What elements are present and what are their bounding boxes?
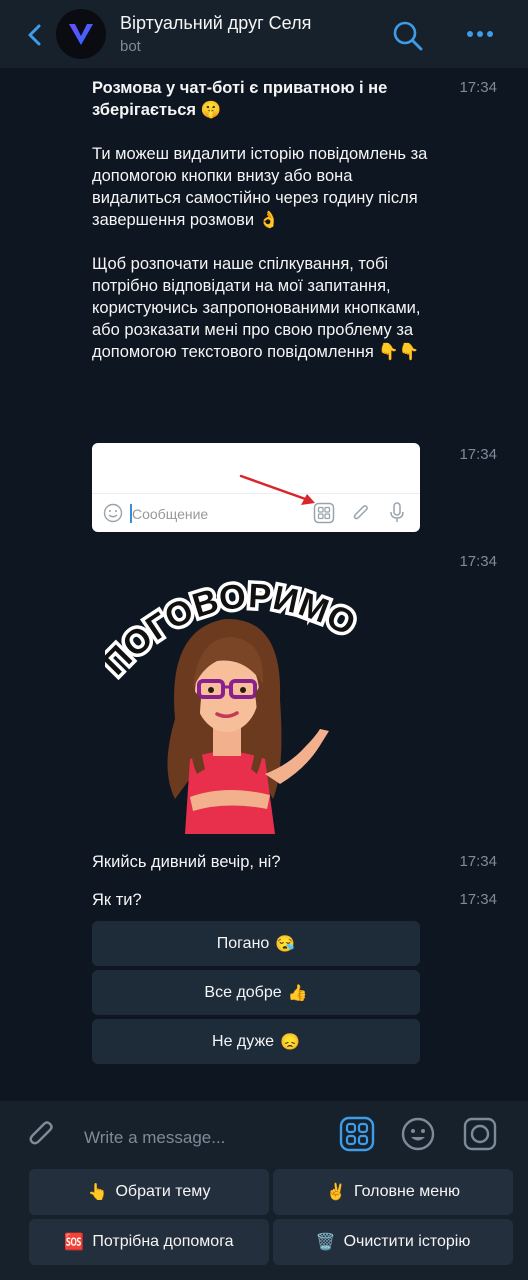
- inline-button-label: Погано: [216, 934, 270, 952]
- message-time: 17:34: [459, 553, 497, 570]
- chat-title[interactable]: Віртуальний друг Селя: [120, 13, 311, 34]
- inline-button-not-so-good[interactable]: Не дуже 😞: [92, 1019, 420, 1064]
- sleepy-face-icon: 😪: [275, 935, 296, 953]
- pointing-up-icon: 👆: [87, 1184, 108, 1201]
- reply-button-label: Очистити історію: [343, 1233, 471, 1250]
- reply-button-label: Потрібна допомога: [92, 1233, 234, 1250]
- inline-button-label: Не дуже: [212, 1032, 275, 1050]
- search-icon[interactable]: [392, 20, 424, 52]
- message-how-are-you: Як ти?: [92, 891, 142, 909]
- trash-can-icon: 🗑️: [315, 1234, 336, 1251]
- message-welcome-instructions: Щоб розпочати наше спілкування, тобі пот…: [92, 255, 426, 361]
- thumbs-up-icon: 👍: [287, 984, 308, 1002]
- emoji-icon[interactable]: [400, 1116, 436, 1152]
- reply-button-label: Головне меню: [353, 1183, 460, 1200]
- reply-button-label: Обрати тему: [115, 1183, 211, 1200]
- bot-keyboard-toggle-icon[interactable]: [339, 1116, 375, 1152]
- instruction-screenshot-image[interactable]: Сообщение: [92, 443, 420, 532]
- message-input[interactable]: Write a message...: [84, 1128, 225, 1148]
- disappointed-face-icon: 😞: [280, 1033, 300, 1051]
- reply-button-clear-history[interactable]: 🗑️ Очистити історію: [273, 1219, 513, 1265]
- chat-subtitle: bot: [120, 38, 141, 55]
- message-welcome-heading: Розмова у чат-боті є приватною і не збер…: [92, 79, 392, 119]
- message-welcome: Розмова у чат-боті є приватною і не збер…: [92, 77, 432, 363]
- more-options-icon[interactable]: [464, 24, 496, 44]
- message-time: 17:34: [459, 446, 497, 463]
- message-strange-evening: Якийсь дивний вечір, ні?: [92, 853, 281, 871]
- reply-button-choose-topic[interactable]: 👆 Обрати тему: [29, 1169, 269, 1215]
- reply-button-main-menu[interactable]: ✌️ Головне меню: [273, 1169, 513, 1215]
- chat-header: Віртуальний друг Селя bot: [0, 0, 528, 69]
- back-arrow-icon[interactable]: [24, 22, 48, 48]
- message-time: 17:34: [459, 891, 497, 908]
- screenshot-placeholder: Сообщение: [132, 506, 209, 522]
- message-time: 17:34: [459, 79, 497, 96]
- keyboard-toggle-icon: [313, 502, 335, 524]
- sticker-girl-image[interactable]: ПОГОВОРИМО?: [105, 569, 365, 839]
- composer-panel: Write a message... 👆 Обрати тему ✌️ Голо…: [0, 1102, 528, 1280]
- inline-button-bad[interactable]: Погано 😪: [92, 921, 420, 966]
- bot-logo-icon: [69, 24, 93, 45]
- message-time: 17:34: [459, 853, 497, 870]
- microphone-icon: [390, 502, 404, 522]
- chat-area[interactable]: Розмова у чат-боті є приватною і не збер…: [0, 69, 528, 1101]
- message-welcome-delete-info: Ти можеш видалити історію повідомлень за…: [92, 145, 432, 229]
- paperclip-icon: [353, 505, 368, 520]
- emoji-smile-icon: [103, 503, 123, 523]
- inline-button-label: Все добре: [204, 983, 282, 1001]
- bot-avatar[interactable]: [56, 9, 106, 59]
- camera-icon[interactable]: [462, 1116, 498, 1152]
- victory-hand-icon: ✌️: [326, 1184, 346, 1201]
- sos-icon: 🆘: [64, 1234, 85, 1251]
- reply-button-need-help[interactable]: 🆘 Потрібна допомога: [29, 1219, 269, 1265]
- inline-button-all-good[interactable]: Все добре 👍: [92, 970, 420, 1015]
- attach-paperclip-icon[interactable]: [24, 1116, 60, 1152]
